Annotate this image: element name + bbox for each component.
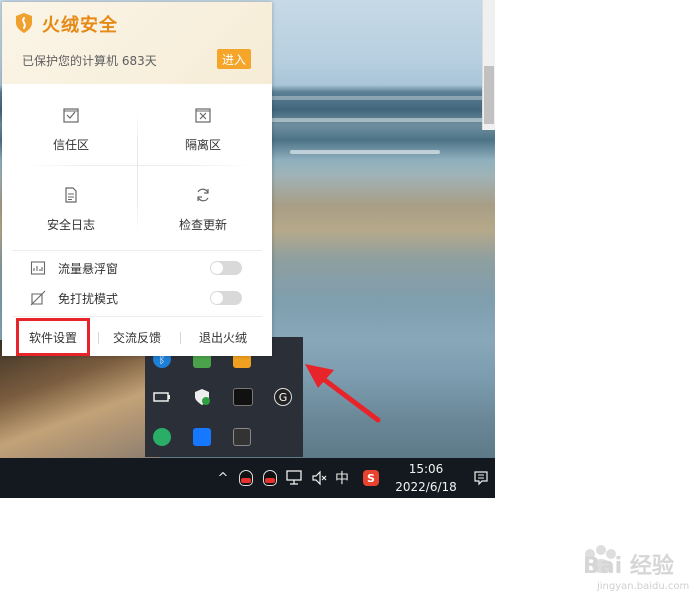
dnd-row: 免打扰模式 [30, 286, 260, 310]
clock-date: 2022/6/18 [395, 480, 457, 494]
brand-name: 火绒安全 [42, 15, 118, 36]
defender-icon[interactable] [193, 388, 211, 406]
refresh-icon [197, 188, 209, 202]
clock[interactable]: 15:06 2022/6/18 [392, 460, 460, 496]
divider [12, 316, 262, 317]
divider [12, 250, 262, 251]
volume-muted-icon[interactable] [311, 468, 327, 488]
feedback-button[interactable]: 交流反馈 [104, 324, 170, 350]
traffic-float-label: 流量悬浮窗 [58, 261, 119, 276]
security-log-button[interactable]: 安全日志 [4, 168, 138, 248]
protection-days-text: 已保护您的计算机 683天 [22, 54, 157, 68]
battery-icon[interactable] [153, 388, 171, 406]
wave-line [270, 118, 495, 122]
traffic-chart-icon [30, 261, 46, 275]
taskbar: ^ 中 S 15:06 2022/6/18 [0, 458, 495, 498]
footer-separator [98, 332, 99, 344]
watermark-url: jingyan.baidu.com [597, 581, 690, 592]
wave-line [290, 150, 440, 154]
logitech-icon[interactable]: G [274, 388, 292, 406]
trust-zone-icon [63, 108, 79, 123]
ime-indicator[interactable]: 中 [333, 468, 351, 488]
page-background [495, 0, 695, 613]
huorong-tray-menu: 火绒安全 已保护您的计算机 683天 进入 信任区 隔离区 安全日志 检查更新 … [2, 2, 272, 356]
dnd-icon [30, 290, 46, 306]
dnd-label: 免打扰模式 [58, 291, 119, 306]
network-icon[interactable] [286, 468, 304, 488]
quarantine-button[interactable]: 隔离区 [136, 88, 270, 168]
qq-icon[interactable] [238, 468, 254, 488]
quarantine-label: 隔离区 [184, 138, 221, 152]
wechat-icon[interactable] [153, 428, 171, 446]
annotation-arrow [305, 364, 381, 423]
sogou-logo: S [363, 470, 379, 486]
footer-separator [180, 332, 181, 344]
sogou-icon[interactable]: S [362, 468, 380, 488]
nvidia-icon[interactable] [233, 428, 251, 446]
trust-zone-label: 信任区 [52, 138, 89, 152]
screenshot: { "panel": { "brand": "火绒安全", "protect_t… [0, 0, 695, 613]
app-tray-icon[interactable] [193, 428, 211, 446]
wallpaper-rock [0, 340, 160, 458]
security-log-label: 安全日志 [46, 218, 95, 232]
clock-time: 15:06 [408, 462, 444, 476]
dnd-toggle[interactable] [210, 291, 242, 305]
check-update-button[interactable]: 检查更新 [136, 168, 270, 248]
traffic-float-toggle[interactable] [210, 261, 242, 275]
huorong-logo-icon [16, 13, 32, 33]
chevron-up-icon[interactable]: ^ [215, 468, 231, 488]
notification-icon[interactable] [472, 468, 490, 488]
wave-line [270, 96, 495, 100]
watermark-text: Bai 经验 [583, 554, 674, 579]
traffic-float-row: 流量悬浮窗 [30, 256, 260, 280]
enter-button[interactable]: 进入 [217, 49, 251, 69]
exit-huorong-button[interactable]: 退出火绒 [188, 324, 258, 350]
qq-icon[interactable] [262, 468, 278, 488]
app-tray-icon[interactable] [233, 388, 253, 406]
panel-header: 火绒安全 已保护您的计算机 683天 进入 [2, 2, 272, 84]
quarantine-icon [195, 108, 211, 123]
trust-zone-button[interactable]: 信任区 [4, 88, 138, 168]
check-update-label: 检查更新 [178, 218, 227, 232]
log-icon [65, 187, 77, 203]
scrollbar-thumb[interactable] [484, 66, 494, 124]
software-settings-button[interactable]: 软件设置 [16, 318, 90, 356]
